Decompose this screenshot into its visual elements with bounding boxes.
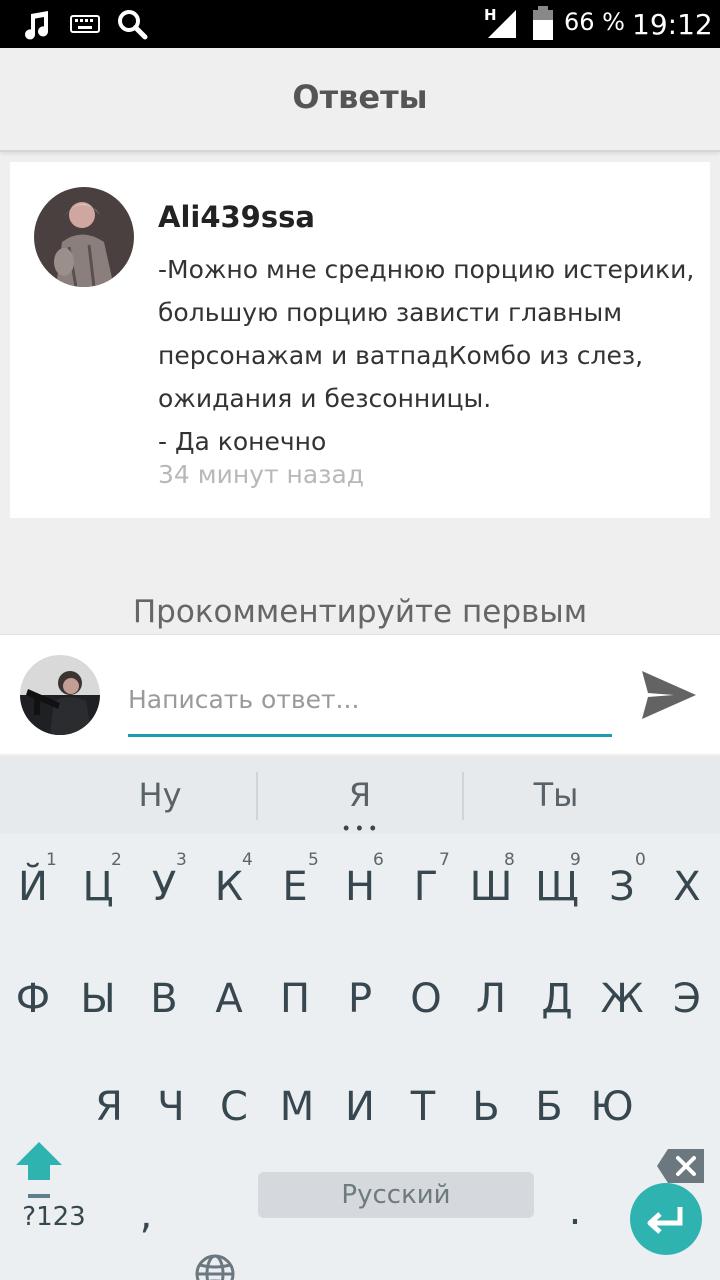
search-icon <box>118 10 148 40</box>
suggestion-3[interactable]: Ты <box>456 776 656 814</box>
symbols-key[interactable]: ?123 <box>14 1202 94 1232</box>
key-Я[interactable]: Я <box>77 1084 141 1130</box>
empty-state-text: Прокомментируйте первым <box>132 594 588 630</box>
key-Т[interactable]: Т <box>391 1084 455 1130</box>
globe-icon[interactable] <box>194 1253 236 1280</box>
signal-icon <box>488 10 516 38</box>
reply-input[interactable] <box>128 665 612 737</box>
key-Й[interactable]: Й <box>1 864 65 910</box>
key-Д[interactable]: Д <box>525 976 589 1022</box>
send-icon[interactable] <box>638 667 700 723</box>
comment-text: -Можно мне среднюю порцию истерики, боль… <box>158 255 695 413</box>
key-В[interactable]: В <box>132 976 196 1022</box>
key-area: 1 2 3 4 5 6 7 8 9 0 Й Ц У К Е Н Г Ш Щ З … <box>0 834 720 1280</box>
backspace-icon[interactable] <box>656 1148 706 1184</box>
keyboard: Ну Я • • • Ты 1 2 3 4 5 6 7 8 9 0 Й Ц У … <box>0 756 720 1280</box>
key-А[interactable]: А <box>197 976 261 1022</box>
key-С[interactable]: С <box>202 1084 266 1130</box>
key-Х[interactable]: Х <box>655 864 719 910</box>
enter-button[interactable] <box>630 1183 702 1255</box>
key-Ж[interactable]: Ж <box>590 976 654 1022</box>
key-Ф[interactable]: Ф <box>1 976 65 1022</box>
shift-icon[interactable] <box>14 1140 64 1204</box>
key-Е[interactable]: Е <box>263 864 327 910</box>
key-П[interactable]: П <box>263 976 327 1022</box>
key-Н[interactable]: Н <box>328 864 392 910</box>
status-bar: H 66 % 19:12 <box>0 0 720 48</box>
key-Ц[interactable]: Ц <box>66 864 130 910</box>
key-Щ[interactable]: Щ <box>525 864 589 910</box>
space-key[interactable]: Русский <box>258 1172 534 1218</box>
user-avatar-image <box>20 655 100 735</box>
key-Э[interactable]: Э <box>655 976 719 1022</box>
enter-icon <box>647 1207 683 1234</box>
key-Л[interactable]: Л <box>459 976 523 1022</box>
clock: 19:12 <box>632 8 713 41</box>
comment-username[interactable]: Ali439ssa <box>158 200 315 234</box>
key-К[interactable]: К <box>197 864 261 910</box>
suggestion-strip: Ну Я • • • Ты <box>0 756 720 837</box>
key-М[interactable]: М <box>265 1084 329 1130</box>
comment-card: Ali439ssa -Можно мне среднюю порцию исте… <box>10 162 710 518</box>
key-Г[interactable]: Г <box>394 864 458 910</box>
key-У[interactable]: У <box>132 864 196 910</box>
app-bar: Ответы <box>0 48 720 152</box>
key-О[interactable]: О <box>394 976 458 1022</box>
avatar[interactable] <box>34 187 134 287</box>
comment-body: -Можно мне среднюю порцию истерики, боль… <box>158 248 703 463</box>
reply-bar <box>0 634 720 754</box>
period-key[interactable]: . <box>543 1188 607 1234</box>
comment-timestamp: 34 минут назад <box>158 460 365 489</box>
music-icon <box>25 11 49 40</box>
comma-key[interactable]: , <box>114 1192 178 1238</box>
user-avatar[interactable] <box>20 655 100 735</box>
key-Ю[interactable]: Ю <box>580 1084 644 1130</box>
key-Ь[interactable]: Ь <box>454 1084 518 1130</box>
avatar-image <box>34 187 134 287</box>
key-Ы[interactable]: Ы <box>66 976 130 1022</box>
suggestion-2[interactable]: Я <box>260 776 460 814</box>
keyboard-icon <box>70 15 100 33</box>
key-Ч[interactable]: Ч <box>139 1084 203 1130</box>
battery-icon <box>533 6 553 40</box>
more-suggestions-icon[interactable]: • • • <box>343 819 377 837</box>
page-title: Ответы <box>292 78 428 116</box>
key-Р[interactable]: Р <box>328 976 392 1022</box>
key-И[interactable]: И <box>328 1084 392 1130</box>
comment-reply-line: - Да конечно <box>158 427 327 456</box>
key-З[interactable]: З <box>590 864 654 910</box>
battery-percent: 66 % <box>564 8 625 36</box>
key-Ш[interactable]: Ш <box>459 864 523 910</box>
divider <box>256 772 258 820</box>
suggestion-1[interactable]: Ну <box>60 776 260 814</box>
key-Б[interactable]: Б <box>517 1084 581 1130</box>
